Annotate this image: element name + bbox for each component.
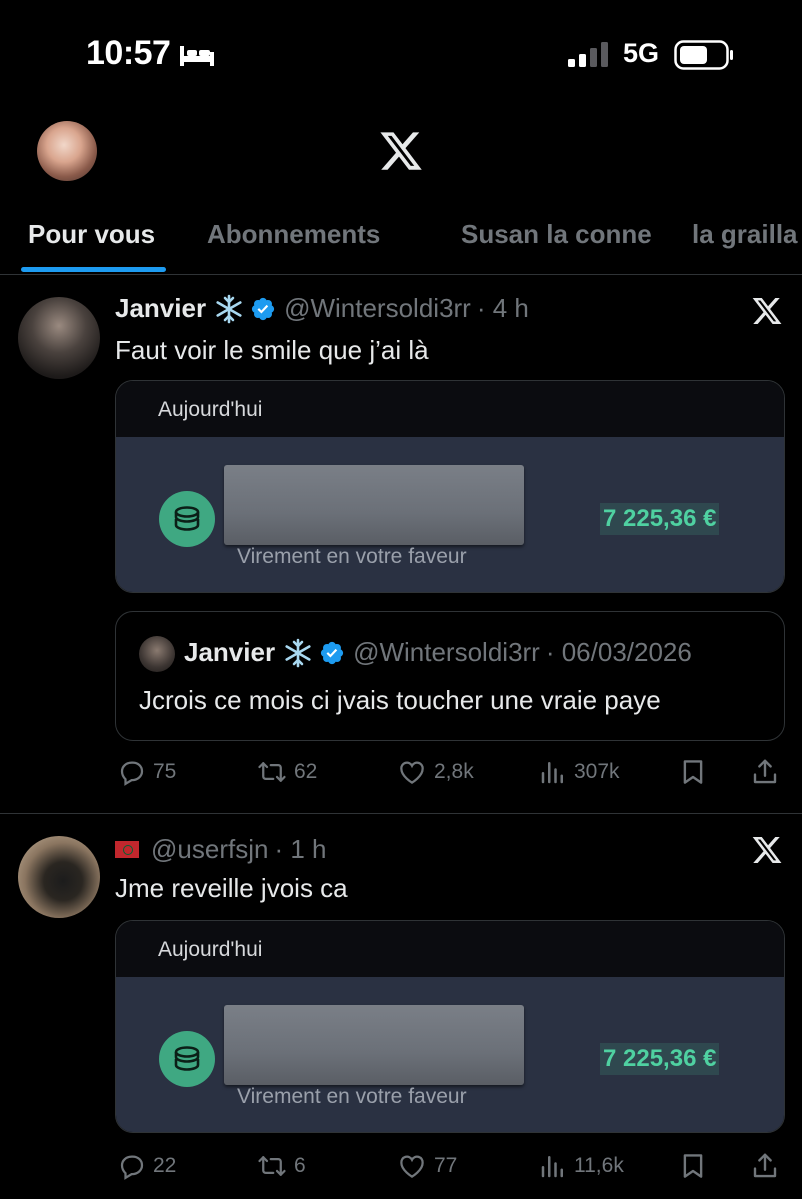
coins-icon bbox=[159, 491, 215, 547]
views-button[interactable]: 11,6k bbox=[538, 1151, 624, 1181]
active-tab-indicator bbox=[21, 267, 166, 272]
author-handle[interactable]: @userfsjn bbox=[151, 834, 268, 865]
profile-avatar[interactable] bbox=[37, 121, 97, 181]
like-button[interactable]: 2,8k bbox=[396, 757, 474, 787]
redacted-block bbox=[224, 1005, 524, 1085]
reply-icon bbox=[120, 1155, 144, 1180]
signal-strength-icon bbox=[568, 42, 608, 67]
repost-count: 6 bbox=[294, 1154, 306, 1177]
reply-button[interactable]: 22 bbox=[117, 1151, 176, 1181]
snowflake-emoji-icon bbox=[285, 638, 311, 667]
like-button[interactable]: 77 bbox=[396, 1151, 457, 1181]
redacted-block bbox=[224, 465, 524, 545]
transaction-label: Virement en votre faveur bbox=[237, 545, 467, 568]
views-chart-icon bbox=[541, 1156, 563, 1178]
x-grok-icon[interactable] bbox=[751, 295, 783, 327]
coins-icon bbox=[159, 1031, 215, 1087]
quoted-text: Jcrois ce mois ci jvais toucher une vrai… bbox=[139, 685, 661, 715]
card-date-bar: Aujourd'hui bbox=[116, 921, 784, 977]
battery-icon bbox=[674, 40, 733, 70]
repost-icon bbox=[258, 762, 286, 782]
repost-button[interactable]: 6 bbox=[256, 1151, 306, 1181]
tweet-text: Faut voir le smile que j’ai là bbox=[115, 335, 429, 365]
heart-icon bbox=[400, 761, 424, 784]
quoted-author-avatar bbox=[139, 636, 175, 672]
tab-abonnements[interactable]: Abonnements bbox=[207, 219, 380, 250]
transaction-label: Virement en votre faveur bbox=[237, 1085, 467, 1108]
timeline-tabs: Pour vous Abonnements Susan la conne la … bbox=[0, 205, 802, 275]
share-icon[interactable] bbox=[750, 1151, 780, 1181]
repost-icon bbox=[258, 1156, 286, 1176]
tweet-text: Jme reveille jvois ca bbox=[115, 873, 348, 903]
quoted-author-handle: @Wintersoldi3rr bbox=[353, 637, 540, 667]
tweet[interactable]: Janvier @Wintersoldi3rr · 4 h Faut voir … bbox=[0, 275, 802, 813]
tweet[interactable]: @userfsjn · 1 h Jme reveille jvois ca Au… bbox=[0, 814, 802, 1199]
quoted-author-name: Janvier bbox=[184, 637, 276, 667]
views-chart-icon bbox=[541, 762, 563, 784]
view-count: 11,6k bbox=[574, 1154, 624, 1177]
card-transaction: Virement en votre faveur 7 225,36 € bbox=[116, 437, 784, 592]
verified-badge-icon bbox=[320, 641, 344, 664]
tab-list-susan[interactable]: Susan la conne bbox=[461, 219, 652, 250]
quoted-date: · 06/03/2026 bbox=[545, 637, 692, 667]
author-avatar[interactable] bbox=[18, 836, 100, 918]
network-label: 5G bbox=[623, 38, 660, 68]
views-button[interactable]: 307k bbox=[538, 757, 620, 787]
tweet-actions: 75 62 2,8k 307k bbox=[0, 757, 802, 797]
bookmark-icon[interactable] bbox=[678, 757, 708, 787]
heart-icon bbox=[400, 1155, 424, 1178]
tweet-actions: 22 6 77 11,6k bbox=[0, 1151, 802, 1191]
author-avatar[interactable] bbox=[18, 297, 100, 379]
quoted-tweet[interactable]: Janvier @Wintersoldi3rr · 06/03/2026 Jcr… bbox=[115, 611, 785, 741]
view-count: 307k bbox=[574, 760, 620, 783]
author-name[interactable]: Janvier bbox=[115, 293, 206, 324]
card-date: Aujourd'hui bbox=[158, 398, 263, 421]
morocco-flag-icon bbox=[115, 841, 139, 858]
status-bar: 10:57 5G bbox=[0, 0, 802, 110]
quoted-header: Janvier @Wintersoldi3rr · 06/03/2026 bbox=[184, 637, 692, 668]
sleep-focus-icon bbox=[180, 46, 214, 66]
tweet-header: Janvier @Wintersoldi3rr · 4 h bbox=[115, 293, 529, 324]
media-bank-screenshot[interactable]: Aujourd'hui Virement en votre faveur 7 2… bbox=[115, 920, 785, 1133]
repost-count: 62 bbox=[294, 760, 318, 783]
share-icon[interactable] bbox=[750, 757, 780, 787]
snowflake-emoji-icon bbox=[216, 294, 242, 323]
verified-badge-icon bbox=[251, 297, 275, 320]
tweet-time[interactable]: · 1 h bbox=[274, 834, 326, 865]
repost-button[interactable]: 62 bbox=[256, 757, 317, 787]
bookmark-icon[interactable] bbox=[678, 1151, 708, 1181]
tweet-header: @userfsjn · 1 h bbox=[115, 834, 326, 865]
tweet-time[interactable]: · 4 h bbox=[477, 293, 529, 324]
reply-button[interactable]: 75 bbox=[117, 757, 176, 787]
card-transaction: Virement en votre faveur 7 225,36 € bbox=[116, 977, 784, 1132]
x-logo-icon bbox=[380, 132, 422, 170]
like-count: 2,8k bbox=[434, 760, 474, 783]
status-time: 10:57 bbox=[86, 34, 171, 72]
transaction-amount: 7 225,36 € bbox=[600, 1043, 720, 1075]
reply-icon bbox=[120, 761, 144, 786]
x-grok-icon[interactable] bbox=[751, 834, 783, 866]
author-handle[interactable]: @Wintersoldi3rr bbox=[284, 293, 471, 324]
card-date-bar: Aujourd'hui bbox=[116, 381, 784, 437]
like-count: 77 bbox=[434, 1154, 458, 1177]
card-date: Aujourd'hui bbox=[158, 938, 263, 961]
transaction-amount: 7 225,36 € bbox=[600, 503, 720, 535]
tab-pour-vous[interactable]: Pour vous bbox=[28, 219, 155, 250]
reply-count: 75 bbox=[153, 760, 177, 783]
tab-list-grailla[interactable]: la grailla bbox=[692, 219, 798, 250]
media-bank-screenshot[interactable]: Aujourd'hui Virement en votre faveur 7 2… bbox=[115, 380, 785, 593]
reply-count: 22 bbox=[153, 1154, 177, 1177]
